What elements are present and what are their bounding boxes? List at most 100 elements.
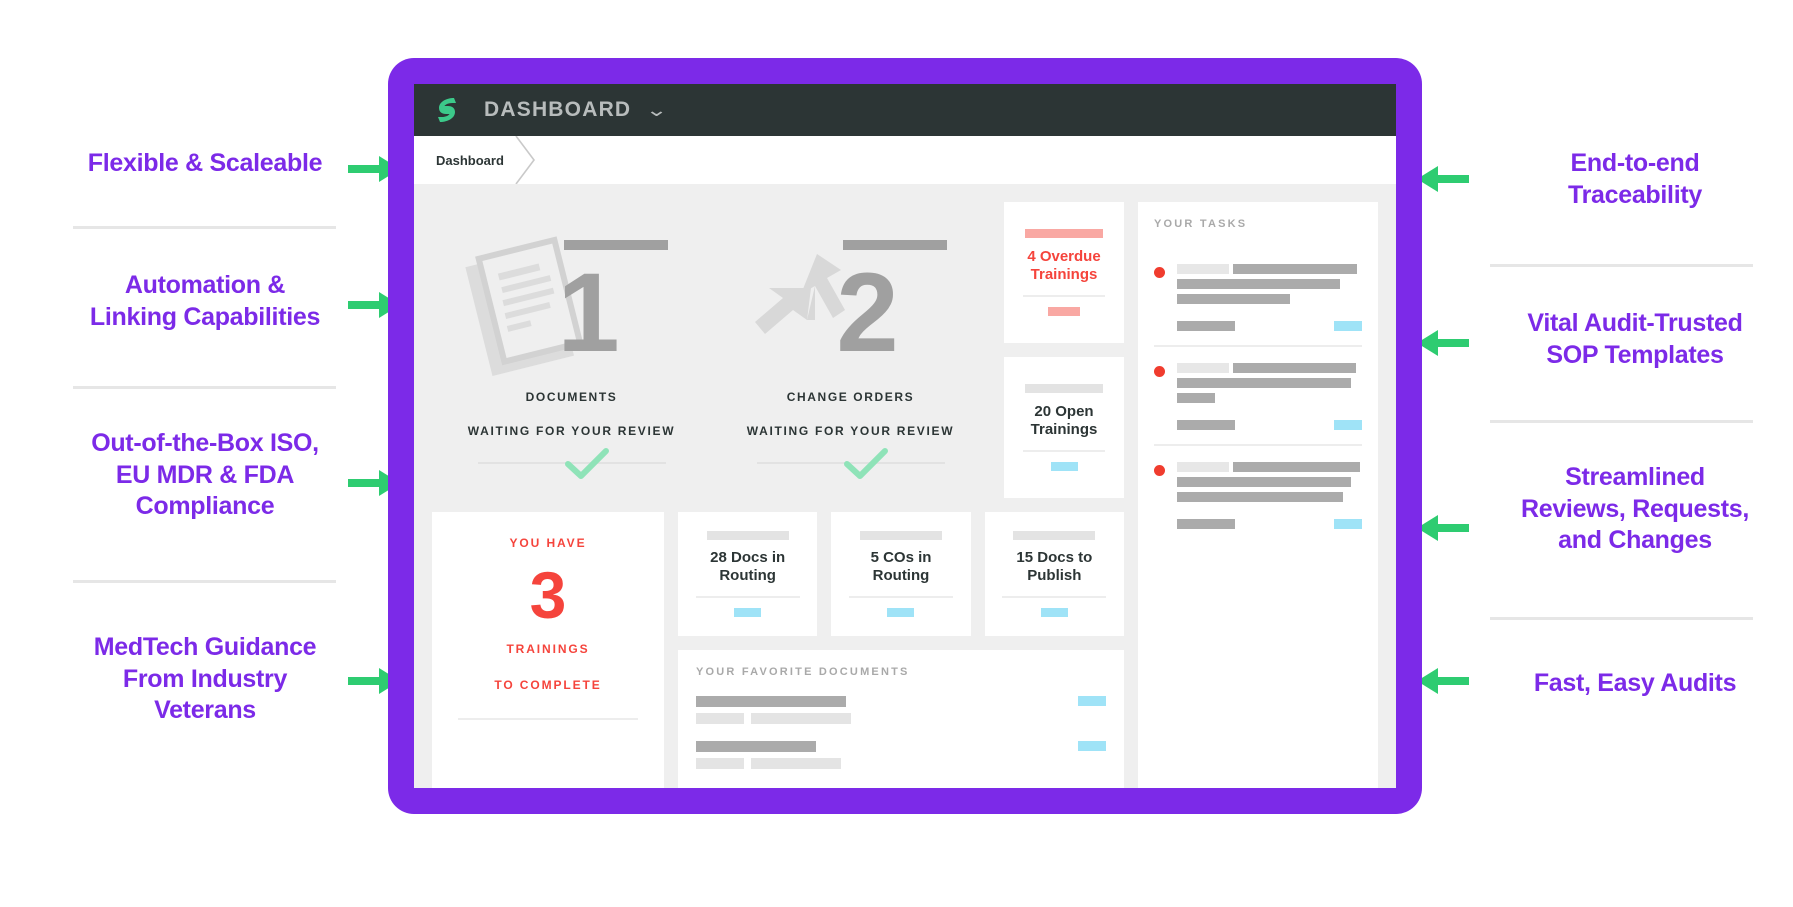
metric-change-orders[interactable]: 2 CHANGE ORDERS WAITING FOR YOUR REVIEW (711, 202, 990, 498)
task-body-line (1177, 477, 1351, 487)
favorite-document-row[interactable] (696, 741, 1106, 769)
task-footer (1177, 519, 1362, 529)
routing-card-1-bar (706, 531, 789, 540)
arrow-left-icon-2 (1417, 330, 1469, 356)
annotation-left-1: Flexible & Scaleable (40, 148, 370, 180)
favorite-doc-status-pill[interactable] (1078, 696, 1106, 706)
task-title-row (1177, 264, 1362, 274)
task-status-pill[interactable] (1334, 519, 1362, 529)
annotation-right-4-text: Fast, Easy Audits (1533, 669, 1737, 697)
chevron-down-icon[interactable]: ⌄ (646, 101, 669, 119)
routing-card-1-pill[interactable] (734, 608, 762, 617)
metric-documents-sub: WAITING FOR YOUR REVIEW (467, 424, 676, 438)
favorite-doc-meta (696, 713, 1106, 724)
training-stat-cards: 4 Overdue Trainings 20 Open Trainings (1004, 202, 1124, 498)
annotation-right-3-text: Streamlined Reviews, Requests, and Changes (1520, 463, 1750, 554)
stat-card-overdue-title: 4 Overdue Trainings (1027, 248, 1101, 283)
task-body-line (1177, 294, 1290, 304)
routing-cards-row: 28 Docs in Routing 5 COs in Routing 15 D… (678, 512, 1124, 636)
task-list-item[interactable] (1154, 347, 1362, 444)
arrow-left-icon-3 (1417, 515, 1469, 541)
review-metrics: 1 DOCUMENTS WAITING FOR YOUR REVIEW 2 CH… (432, 202, 990, 498)
metric-documents[interactable]: 1 DOCUMENTS WAITING FOR YOUR REVIEW (432, 202, 711, 498)
task-priority-dot-icon (1154, 366, 1165, 377)
task-meta-label (1177, 420, 1235, 430)
task-body-line (1177, 393, 1215, 403)
annotation-right-2-text: Vital Audit-Trusted SOP Templates (1527, 309, 1743, 369)
annotation-left-3: Out-of-the-Box ISO, EU MDR & FDA Complianc… (40, 428, 370, 523)
device-frame: DASHBOARD ⌄ Dashboard 1 DOCUMENTS WAITIN… (388, 58, 1422, 814)
task-list-item[interactable] (1154, 446, 1362, 543)
screenshot-root: Flexible & Scaleable Automation & Linking… (0, 0, 1793, 907)
trainings-to-complete-card[interactable]: YOU HAVE 3 TRAININGS TO COMPLETE (432, 512, 664, 788)
metric-documents-count: 1 (557, 250, 620, 375)
dashboard-bottom-row: YOU HAVE 3 TRAININGS TO COMPLETE 28 Docs… (432, 512, 1124, 788)
routing-card-2-bar (859, 531, 942, 540)
task-title-row (1177, 462, 1362, 472)
annotation-left-4: MedTech Guidance From Industry Veterans (40, 632, 370, 727)
your-tasks-panel: YOUR TASKS (1138, 202, 1378, 788)
breadcrumb-item-dashboard[interactable]: Dashboard (436, 153, 504, 168)
greenlight-guru-logo-icon[interactable] (434, 95, 460, 125)
arrow-left-icon-4 (1417, 668, 1469, 694)
metric-change-orders-sub: WAITING FOR YOUR REVIEW (746, 424, 955, 438)
task-body-line (1177, 279, 1340, 289)
stat-card-open-pill[interactable] (1050, 461, 1078, 471)
stat-card-overdue-bar (1025, 229, 1103, 239)
favorite-documents-panel: YOUR FAVORITE DOCUMENTS (678, 650, 1124, 788)
app-topbar: DASHBOARD ⌄ (414, 84, 1396, 136)
stat-card-open-trainings[interactable]: 20 Open Trainings (1004, 357, 1124, 498)
task-title-row (1177, 363, 1362, 373)
favorite-documents-heading: YOUR FAVORITE DOCUMENTS (696, 666, 910, 678)
tasks-column: YOUR TASKS (1138, 202, 1378, 788)
routing-card-docs-in-routing[interactable]: 28 Docs in Routing (678, 512, 818, 636)
routing-card-3-divider (1002, 596, 1107, 598)
routing-card-3-bar (1013, 531, 1096, 540)
task-list-item[interactable] (1154, 248, 1362, 345)
stat-card-overdue-trainings[interactable]: 4 Overdue Trainings (1004, 202, 1124, 343)
arrow-left-icon-1 (1417, 166, 1469, 192)
task-body-line (1177, 492, 1343, 502)
annotation-left-4-text: MedTech Guidance From Industry Veterans (93, 633, 317, 724)
annotation-left-2-text: Automation & Linking Capabilities (89, 271, 321, 331)
annotation-right-2: Vital Audit-Trusted SOP Templates (1470, 308, 1793, 371)
routing-card-cos-in-routing[interactable]: 5 COs in Routing (831, 512, 971, 636)
task-footer (1177, 321, 1362, 331)
annotation-divider-left-3 (73, 580, 336, 583)
trainings-card-bottom-label: TO COMPLETE (494, 678, 602, 692)
check-icon-documents (564, 447, 610, 486)
task-body-line (1177, 378, 1351, 388)
routing-card-1-title: 28 Docs in Routing (710, 549, 786, 584)
annotation-left-2: Automation & Linking Capabilities (40, 270, 370, 333)
favorite-doc-meta (696, 758, 1106, 769)
stat-card-open-bar (1025, 384, 1103, 394)
annotation-divider-left-1 (73, 226, 336, 229)
routing-card-3-pill[interactable] (1040, 608, 1068, 617)
topbar-title: DASHBOARD (484, 98, 632, 121)
task-priority-dot-icon (1154, 267, 1165, 278)
annotation-left-1-text: Flexible & Scaleable (87, 149, 323, 177)
favorite-document-row[interactable] (696, 696, 1106, 724)
dashboard-body: 1 DOCUMENTS WAITING FOR YOUR REVIEW 2 CH… (414, 184, 1396, 788)
routing-card-docs-to-publish[interactable]: 15 Docs to Publish (984, 512, 1124, 636)
annotation-right-1: End-to-end Traceability (1470, 148, 1793, 211)
favorite-doc-title-placeholder (696, 696, 846, 707)
task-status-pill[interactable] (1334, 420, 1362, 430)
annotation-right-1-text: End-to-end Traceability (1568, 149, 1702, 209)
routing-card-3-title: 15 Docs to Publish (1016, 549, 1093, 584)
metric-change-orders-topbar (842, 240, 947, 250)
trainings-card-count: 3 (529, 558, 567, 632)
metric-change-orders-art: 2 (743, 230, 958, 380)
favorite-doc-status-pill[interactable] (1078, 741, 1106, 751)
annotation-right-3: Streamlined Reviews, Requests, and Changes (1470, 462, 1793, 557)
stat-card-overdue-pill[interactable] (1048, 306, 1080, 316)
annotation-divider-right-1 (1490, 264, 1753, 267)
routing-card-2-pill[interactable] (887, 608, 915, 617)
stat-card-open-title: 20 Open Trainings (1030, 403, 1098, 438)
task-footer (1177, 420, 1362, 430)
task-status-pill[interactable] (1334, 321, 1362, 331)
stat-card-open-divider (1023, 449, 1105, 452)
metrics-row: 1 DOCUMENTS WAITING FOR YOUR REVIEW 2 CH… (432, 202, 1124, 498)
routing-card-2-title: 5 COs in Routing (870, 549, 932, 584)
metric-documents-topbar (563, 240, 668, 250)
